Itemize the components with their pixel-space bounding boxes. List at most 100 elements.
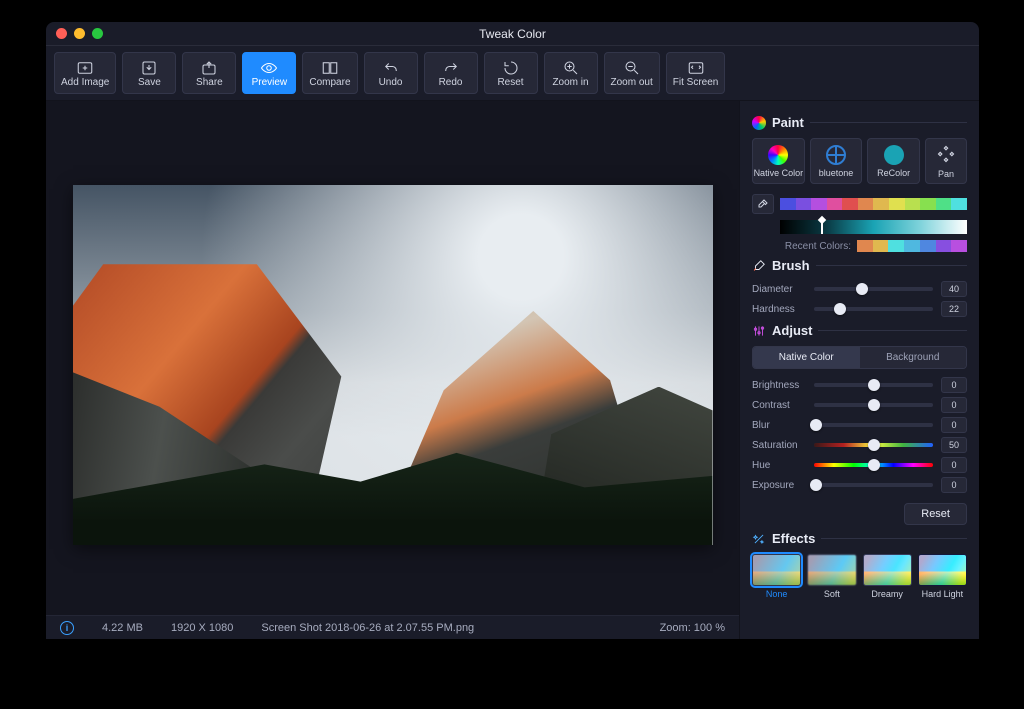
saturation-thumb[interactable] (868, 439, 880, 451)
brightness-thumb[interactable] (868, 379, 880, 391)
undo-label: Undo (379, 77, 403, 88)
exposure-slider[interactable] (814, 483, 933, 487)
paint-icon (752, 116, 766, 130)
adjust-icon (752, 324, 766, 338)
brightness-slider[interactable] (814, 383, 933, 387)
tab-pan-label: Pan (938, 169, 954, 179)
effect-soft[interactable]: Soft (807, 554, 856, 599)
recent-colors-label: Recent Colors: (785, 241, 851, 252)
gradient-cursor[interactable] (821, 220, 823, 234)
palette-swatch[interactable] (811, 198, 827, 210)
hardness-slider[interactable] (814, 307, 933, 311)
recent-swatch[interactable] (951, 240, 967, 252)
tab-recolor[interactable]: ReColor (867, 138, 920, 184)
hue-thumb[interactable] (868, 459, 880, 471)
effects-title: Effects (772, 531, 815, 546)
contrast-thumb[interactable] (868, 399, 880, 411)
exposure-value: 0 (941, 477, 967, 493)
share-button[interactable]: Share (182, 52, 236, 94)
tab-native-color[interactable]: Native Color (752, 138, 805, 184)
blur-slider[interactable] (814, 423, 933, 427)
adjust-tab-background[interactable]: Background (860, 347, 967, 368)
palette-swatches[interactable] (780, 198, 967, 210)
blur-value: 0 (941, 417, 967, 433)
effect-dreamy-label: Dreamy (871, 589, 903, 599)
tab-native-label: Native Color (754, 168, 804, 178)
fit-screen-button[interactable]: Fit Screen (666, 52, 726, 94)
effect-dreamy[interactable]: Dreamy (863, 554, 912, 599)
reset-label: Reset (497, 77, 523, 88)
reset-button[interactable]: Reset (484, 52, 538, 94)
diameter-thumb[interactable] (856, 283, 868, 295)
info-icon[interactable]: i (60, 621, 74, 635)
blur-thumb[interactable] (810, 419, 822, 431)
recent-colors-row: Recent Colors: (752, 240, 967, 252)
palette-swatch[interactable] (842, 198, 858, 210)
contrast-label: Contrast (752, 400, 806, 411)
palette-swatch[interactable] (920, 198, 936, 210)
close-window-button[interactable] (56, 28, 67, 39)
preview-button[interactable]: Preview (242, 52, 296, 94)
palette-swatch[interactable] (873, 198, 889, 210)
palette-swatch[interactable] (936, 198, 952, 210)
palette-swatch[interactable] (858, 198, 874, 210)
undo-button[interactable]: Undo (364, 52, 418, 94)
recent-swatch[interactable] (873, 240, 889, 252)
exposure-thumb[interactable] (810, 479, 822, 491)
contrast-value: 0 (941, 397, 967, 413)
hardness-thumb[interactable] (834, 303, 846, 315)
tab-bluetone[interactable]: bluetone (810, 138, 863, 184)
effect-hard-light-thumb (918, 554, 967, 586)
adjust-tab-native[interactable]: Native Color (753, 347, 860, 368)
value-gradient-slider[interactable] (780, 220, 967, 234)
effect-hard-light[interactable]: Hard Light (918, 554, 967, 599)
redo-button[interactable]: Redo (424, 52, 478, 94)
hue-slider[interactable] (814, 463, 933, 467)
recent-swatch[interactable] (936, 240, 952, 252)
status-dimensions: 1920 X 1080 (171, 622, 233, 634)
contrast-slider[interactable] (814, 403, 933, 407)
compare-button[interactable]: Compare (302, 52, 357, 94)
toolbar: Add Image Save Share Preview Compare Und… (46, 46, 979, 101)
palette-swatch[interactable] (827, 198, 843, 210)
palette-swatch[interactable] (796, 198, 812, 210)
paint-title: Paint (772, 115, 804, 130)
palette-swatch[interactable] (780, 198, 796, 210)
minimize-window-button[interactable] (74, 28, 85, 39)
diameter-slider[interactable] (814, 287, 933, 291)
recent-swatch[interactable] (904, 240, 920, 252)
blur-label: Blur (752, 420, 806, 431)
save-button[interactable]: Save (122, 52, 176, 94)
window-title: Tweak Color (46, 27, 979, 41)
diameter-slider-row: Diameter 40 (752, 281, 967, 297)
effect-soft-label: Soft (824, 589, 840, 599)
fit-screen-label: Fit Screen (673, 77, 719, 88)
fit-screen-icon (687, 59, 705, 77)
saturation-slider[interactable] (814, 443, 933, 447)
save-icon (140, 59, 158, 77)
eyedropper-button[interactable] (752, 194, 774, 214)
recolor-icon (884, 145, 904, 165)
add-image-button[interactable]: Add Image (54, 52, 116, 94)
recent-swatch[interactable] (857, 240, 873, 252)
tab-pan[interactable]: Pan (925, 138, 967, 184)
recent-swatch[interactable] (888, 240, 904, 252)
palette-swatch[interactable] (905, 198, 921, 210)
zoom-in-button[interactable]: Zoom in (544, 52, 598, 94)
main-area: i 4.22 MB 1920 X 1080 Screen Shot 2018-0… (46, 101, 739, 639)
palette-swatch[interactable] (951, 198, 967, 210)
zoom-out-button[interactable]: Zoom out (604, 52, 660, 94)
fullscreen-window-button[interactable] (92, 28, 103, 39)
adjust-section-header: Adjust (752, 323, 967, 338)
saturation-row: Saturation 50 (752, 437, 967, 453)
palette-swatch[interactable] (889, 198, 905, 210)
adjust-reset-button[interactable]: Reset (904, 503, 967, 525)
recent-swatches[interactable] (857, 240, 967, 252)
hue-value: 0 (941, 457, 967, 473)
recent-swatch[interactable] (920, 240, 936, 252)
color-wheel-icon (768, 145, 788, 165)
hardness-label: Hardness (752, 304, 806, 315)
effect-none-thumb (752, 554, 801, 586)
canvas-area[interactable] (46, 101, 739, 615)
effect-none[interactable]: None (752, 554, 801, 599)
